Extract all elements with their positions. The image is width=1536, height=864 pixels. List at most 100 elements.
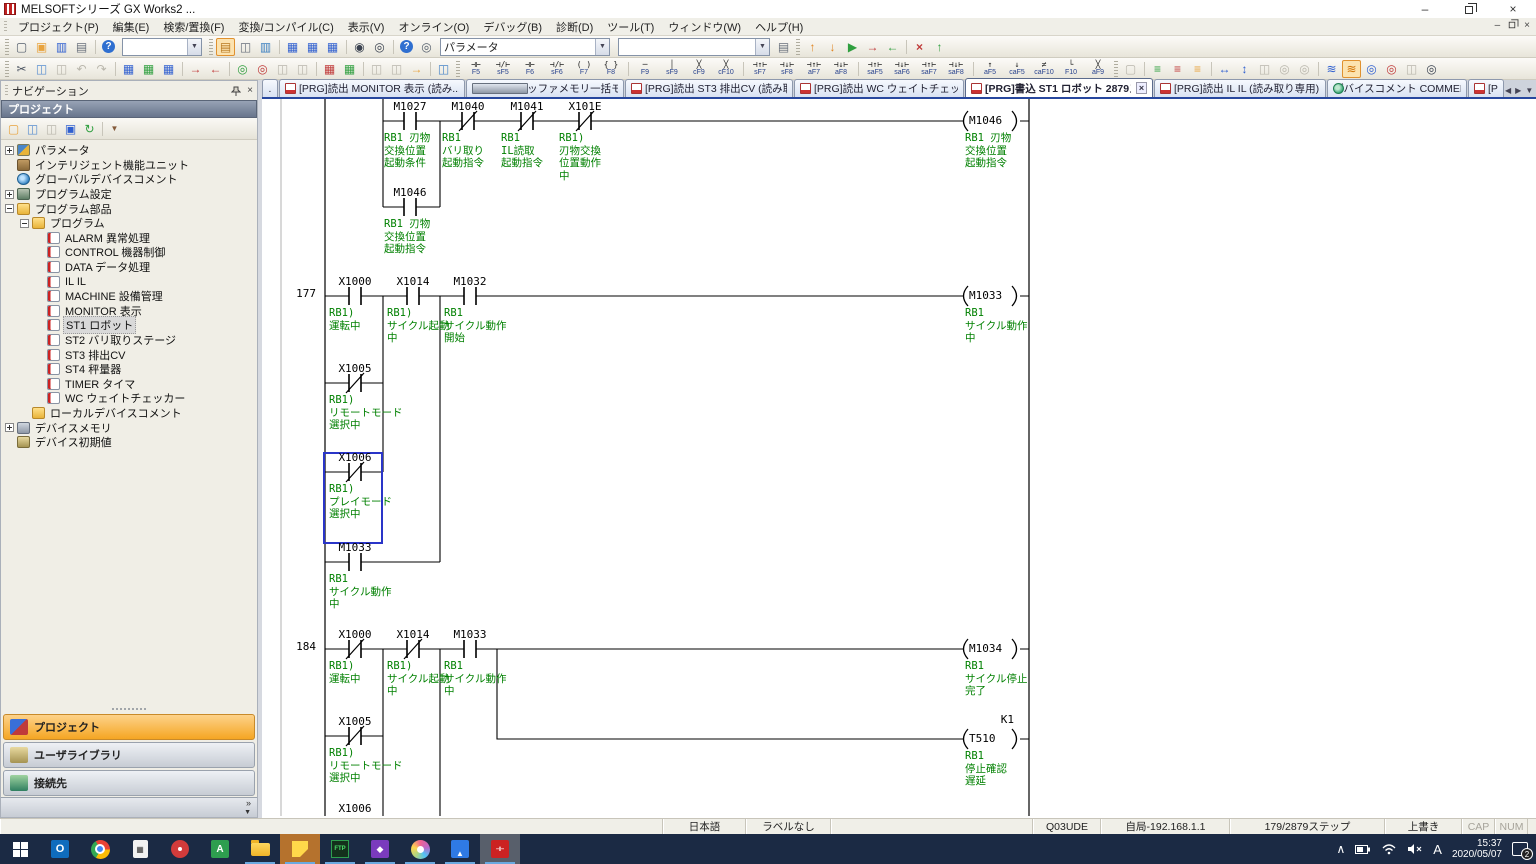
tree-item-machine[interactable]: MACHINE 設備管理 [1, 289, 257, 304]
taskbar-paint[interactable] [400, 834, 440, 864]
toolbar-grip[interactable] [209, 39, 213, 55]
pulse-ne-close-branch-button[interactable]: ⊣↓⊢saF8 [943, 59, 969, 79]
zoom-write-button[interactable]: ◎ [1362, 60, 1381, 78]
menu-item[interactable]: 変換/コンパイル(C) [231, 20, 340, 36]
zoom-read-button[interactable]: ◎ [1382, 60, 1401, 78]
user-library-button[interactable]: ユーザライブラリ [3, 742, 255, 768]
split-window-button[interactable]: ◫ [434, 60, 453, 78]
copy-button[interactable]: ◫ [32, 60, 51, 78]
tree-item-timer[interactable]: TIMER タイマ [1, 377, 257, 392]
nav-new-button[interactable]: ▢ [4, 120, 23, 138]
pulse-ne-branch-button[interactable]: ⊣↑⊢saF7 [916, 59, 942, 79]
notification-center-icon[interactable]: 2 [1512, 842, 1528, 856]
watch-button[interactable]: ◉ [350, 38, 369, 56]
pulse-close-contact-button[interactable]: ⊣↓⊢sF8 [774, 59, 800, 79]
expand-icon[interactable] [5, 190, 14, 199]
menu-item[interactable]: プロジェクト(P) [11, 20, 106, 36]
more-icon[interactable]: » [246, 799, 251, 808]
tree-item-st2[interactable]: ST2 バリ取りステージ [1, 333, 257, 348]
open-project-button[interactable]: ▣ [32, 38, 51, 56]
tree-item-st1[interactable]: ST1 ロボット [1, 318, 257, 333]
menu-item[interactable]: ツール(T) [600, 20, 661, 36]
menu-item[interactable]: オンライン(O) [391, 20, 476, 36]
device-combo[interactable]: ▼ [618, 38, 770, 56]
pulse-ne-contact-button[interactable]: ⊣↑⊢saF5 [862, 59, 888, 79]
st-inline-button[interactable]: ▢ [1121, 60, 1140, 78]
find-device-button[interactable]: ◎ [233, 60, 252, 78]
monitor-stop-button[interactable]: × [910, 38, 929, 56]
rising-pulse-button[interactable]: ↑aF5 [977, 59, 1003, 79]
menu-item[interactable]: 編集(E) [106, 20, 157, 36]
tab-st1-active[interactable]: [PRG]書込 ST1 ロボット 2879ス...× [965, 78, 1153, 97]
output-window-button[interactable]: ▥ [256, 38, 275, 56]
coil-button[interactable]: ( )F7 [571, 59, 597, 79]
tab-scroll-left-button[interactable]: ◀ [1505, 86, 1511, 95]
wire-mode-button[interactable]: ≋ [1322, 60, 1341, 78]
battery-icon[interactable] [1355, 843, 1371, 855]
tree-item-device-memory[interactable]: デバイスメモリ [1, 420, 257, 435]
ime-indicator[interactable]: A [1433, 842, 1442, 857]
menu-item[interactable]: デバッグ(B) [476, 20, 549, 36]
monitor-mode-button[interactable]: ▶ [843, 38, 862, 56]
tree-item-data[interactable]: DATA データ処理 [1, 260, 257, 275]
redo-button[interactable]: ↷ [92, 60, 111, 78]
statement-display-button[interactable]: ◎ [1275, 60, 1294, 78]
toolbar-grip[interactable] [456, 61, 460, 77]
find-coil-button[interactable]: ◫ [293, 60, 312, 78]
delete-horizontal-line-button[interactable]: ╳cF9 [686, 59, 712, 79]
menu-item[interactable]: 検索/置換(F) [156, 20, 231, 36]
pulse-ne-close-contact-button[interactable]: ⊣↓⊢saF6 [889, 59, 915, 79]
device-memory-button[interactable]: ▦ [303, 38, 322, 56]
jump-history-button[interactable]: → [407, 60, 426, 78]
zoom-level-button[interactable]: ◎ [1422, 60, 1441, 78]
save-button[interactable]: ▥ [52, 38, 71, 56]
minimize-button[interactable]: – [1416, 2, 1434, 16]
tab-st3[interactable]: [PRG]読出 ST3 排出CV (読み取り... [625, 79, 793, 97]
pulse-open-branch-button[interactable]: ⊣↑⊢aF7 [801, 59, 827, 79]
monitor-write-button[interactable]: → [863, 38, 882, 56]
taskbar-clock[interactable]: 15:37 2020/05/07 [1452, 838, 1502, 860]
navigation-window-button[interactable]: ▤ [216, 38, 235, 56]
invert-operation-button[interactable]: ≠caF10 [1031, 59, 1057, 79]
page-setup-button[interactable]: ▤ [774, 38, 793, 56]
toolbar-grip[interactable] [5, 61, 9, 77]
project-view-button[interactable]: プロジェクト [3, 714, 255, 740]
new-project-button[interactable]: ▢ [12, 38, 31, 56]
tab-monitor[interactable]: [PRG]読出 MONITOR 表示 (読み... [279, 79, 465, 97]
dm-display-button[interactable]: ◫ [1402, 60, 1421, 78]
taskbar-translator[interactable]: A [200, 834, 240, 864]
device-display3-button[interactable]: ▦ [159, 60, 178, 78]
wifi-icon[interactable] [1381, 843, 1397, 855]
monitor-read-button[interactable]: ← [883, 38, 902, 56]
sampling2-button[interactable]: ◫ [387, 60, 406, 78]
parameter-combo[interactable]: パラメータ▼ [440, 38, 610, 56]
delete-vertical-line-button[interactable]: ╳cF10 [713, 59, 739, 79]
paste-button[interactable]: ◫ [52, 60, 71, 78]
tree-item-program-parts[interactable]: プログラム部品 [1, 201, 257, 216]
edit-mode-button[interactable]: ≡ [1188, 60, 1207, 78]
device-display2-button[interactable]: ▦ [139, 60, 158, 78]
nav-copy-button[interactable]: ◫ [23, 120, 42, 138]
open-contact-button[interactable]: ⊣⊢F5 [463, 59, 489, 79]
read-from-plc-button[interactable]: ↑ [803, 38, 822, 56]
menu-item[interactable]: ヘルプ(H) [748, 20, 810, 36]
undo-button[interactable]: ↶ [72, 60, 91, 78]
expand-icon[interactable] [5, 423, 14, 432]
pin-icon[interactable] [231, 86, 241, 96]
edit-line-button[interactable]: ≡ [1148, 60, 1167, 78]
cross-reference-button[interactable]: ◎ [417, 38, 436, 56]
device-test-button[interactable]: ▦ [320, 60, 339, 78]
expand-icon[interactable] [5, 146, 14, 155]
help-button[interactable] [99, 38, 118, 56]
tree-item-device-initial[interactable]: デバイス初期値 [1, 435, 257, 450]
close-branch-button[interactable]: ⊣/⊢sF6 [544, 59, 570, 79]
volume-muted-icon[interactable] [1407, 843, 1423, 855]
tree-item-il[interactable]: IL IL [1, 274, 257, 289]
device-display-button[interactable]: ▦ [119, 60, 138, 78]
insert-row-button[interactable]: ↔ [1215, 60, 1234, 78]
close-contact-button[interactable]: ⊣/⊢sF5 [490, 59, 516, 79]
open-branch-button[interactable]: ⊣⊢F6 [517, 59, 543, 79]
toolbar-grip[interactable] [1114, 61, 1118, 77]
restore-button[interactable] [1460, 2, 1478, 16]
device-comment-button[interactable]: ▦ [283, 38, 302, 56]
